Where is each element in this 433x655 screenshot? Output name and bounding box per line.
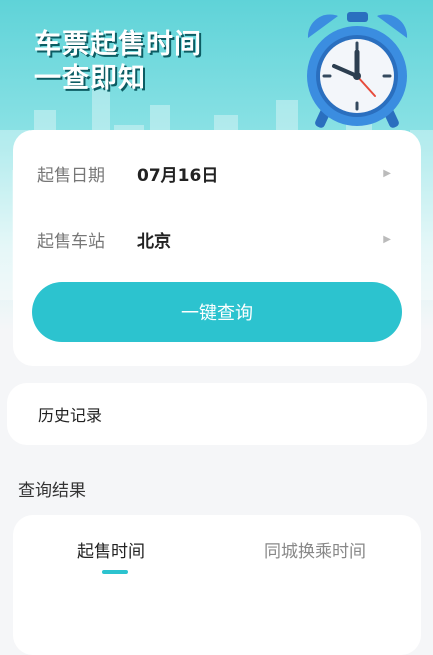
query-card: 起售日期 07月16日 ▶ 起售车站 北京 ▶ 一键查询 (13, 130, 421, 366)
sale-date-label: 起售日期 (37, 165, 105, 186)
hero-title-line1: 车票起售时间 (34, 29, 202, 60)
tab-sale-time[interactable]: 起售时间 (77, 537, 145, 562)
sale-station-label: 起售车站 (37, 231, 105, 252)
one-click-query-button[interactable]: 一键查询 (32, 282, 402, 342)
sale-station-value: 北京 (137, 231, 171, 252)
sale-station-row[interactable]: 起售车站 北京 ▶ (37, 224, 397, 254)
history-card[interactable]: 历史记录 (7, 383, 427, 445)
active-tab-indicator (102, 570, 128, 574)
tab-transfer-time[interactable]: 同城换乘时间 (264, 537, 366, 562)
history-label: 历史记录 (38, 406, 103, 425)
results-card: 起售时间 同城换乘时间 (13, 515, 421, 655)
sale-date-value: 07月16日 (137, 165, 219, 186)
chevron-right-icon: ▶ (383, 167, 391, 179)
alarm-clock-icon (307, 12, 408, 128)
hero-title: 车票起售时间 一查即知 (34, 28, 202, 96)
results-section-title: 查询结果 (18, 481, 86, 501)
chevron-right-icon: ▶ (383, 233, 391, 245)
hero-title-line2: 一查即知 (34, 63, 146, 94)
sale-date-row[interactable]: 起售日期 07月16日 ▶ (37, 158, 397, 188)
